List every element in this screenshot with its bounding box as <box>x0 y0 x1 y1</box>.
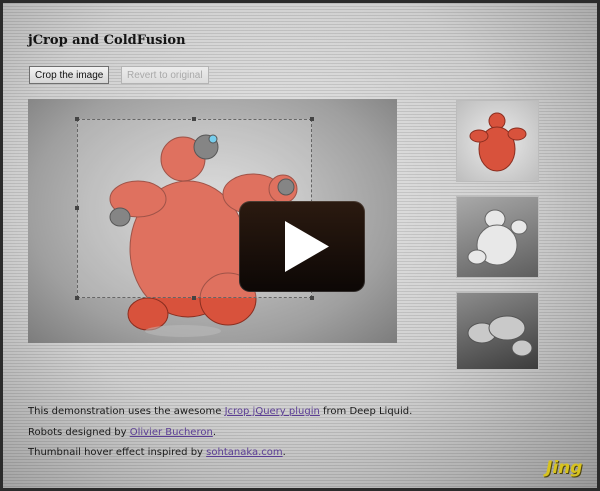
crop-handle[interactable] <box>310 117 314 121</box>
sohtanaka-link[interactable]: sohtanaka.com <box>206 447 282 458</box>
crop-handle[interactable] <box>192 296 196 300</box>
play-icon <box>285 221 329 272</box>
white-robot-thumbnail-image <box>467 209 528 266</box>
crop-handle[interactable] <box>75 206 79 210</box>
video-frame: jCrop and ColdFusion Crop the image Reve… <box>3 3 597 488</box>
play-button[interactable] <box>239 201 365 292</box>
crop-handle[interactable] <box>310 296 314 300</box>
thumbnail-red-robot[interactable] <box>456 100 539 182</box>
footer-text: . <box>212 427 216 438</box>
footer-credit-hover: Thumbnail hover effect inspired by sohta… <box>28 447 286 458</box>
red-robot-thumbnail-image <box>469 112 527 172</box>
revert-button[interactable]: Revert to original <box>121 66 209 84</box>
jcrop-plugin-link[interactable]: Jcrop jQuery plugin <box>225 406 320 417</box>
olivier-bucheron-link[interactable]: Olivier Bucheron <box>130 427 213 438</box>
footer-text: . <box>282 447 286 458</box>
footer-text: This demonstration uses the awesome <box>28 406 225 417</box>
crop-handle[interactable] <box>75 117 79 121</box>
thumbnail-white-robot[interactable] <box>456 196 539 278</box>
footer-credit-robots: Robots designed by Olivier Bucheron. <box>28 427 216 438</box>
crop-handle[interactable] <box>192 117 196 121</box>
crop-handle[interactable] <box>75 296 79 300</box>
footer-text: Thumbnail hover effect inspired by <box>28 447 207 458</box>
crop-button[interactable]: Crop the image <box>29 66 110 84</box>
footer-credit-jcrop: This demonstration uses the awesome Jcro… <box>28 406 412 417</box>
gray-robot-thumbnail-image <box>467 315 533 357</box>
footer-text: from Deep Liquid. <box>319 406 413 417</box>
jing-watermark: Jing <box>546 458 583 478</box>
page-title: jCrop and ColdFusion <box>28 33 186 48</box>
footer-text: Robots designed by <box>28 427 130 438</box>
thumbnail-gray-robot[interactable] <box>456 292 539 370</box>
